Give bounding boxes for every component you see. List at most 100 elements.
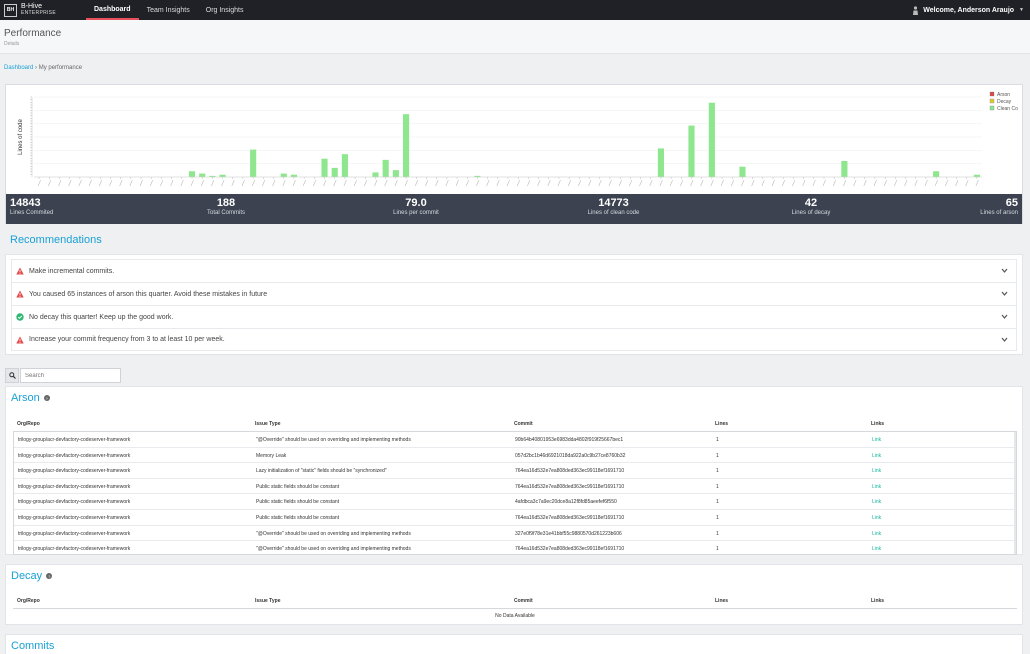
tab-dashboard[interactable]: Dashboard bbox=[86, 0, 139, 20]
row-link[interactable]: Link bbox=[872, 515, 881, 521]
x-tick-label bbox=[139, 179, 143, 187]
cell-issue: "@Override" should be used on overriding… bbox=[256, 546, 411, 553]
table-row: trilogy-group/acr-devfactory-codeserver-… bbox=[14, 510, 1016, 526]
x-tick-label bbox=[700, 179, 704, 187]
stat-value: 188 bbox=[216, 197, 236, 209]
x-tick-label bbox=[516, 179, 520, 187]
x-tick-label bbox=[231, 179, 235, 187]
search-icon bbox=[8, 372, 16, 379]
x-tick-label bbox=[37, 179, 41, 187]
brand-logo[interactable]: BH B-Hive ENTERPRISE bbox=[4, 3, 82, 17]
arson-table-header: Org/Repo Issue Type Commit Lines Links bbox=[13, 418, 1017, 432]
table-row: trilogy-group/acr-devfactory-codeserver-… bbox=[14, 479, 1016, 495]
chart-bar bbox=[973, 174, 980, 177]
breadcrumb-separator: › bbox=[35, 65, 38, 71]
x-tick-label bbox=[180, 179, 184, 187]
x-tick-label bbox=[302, 179, 306, 187]
performance-chart-card: Lines of code ArsonDecayClean Code 14843 … bbox=[5, 84, 1024, 224]
cell-repo: trilogy-group/acr-devfactory-codeserver-… bbox=[18, 483, 131, 490]
help-icon[interactable]: ? bbox=[43, 395, 50, 401]
chevron-down-icon[interactable] bbox=[1001, 313, 1008, 320]
legend-label: Clean Code bbox=[997, 106, 1018, 112]
commit-chart: Lines of code ArsonDecayClean Code bbox=[12, 89, 1024, 193]
chart-bar bbox=[933, 171, 940, 177]
x-tick-label bbox=[211, 179, 215, 187]
x-tick-label bbox=[129, 179, 133, 187]
x-tick-label bbox=[262, 179, 266, 187]
x-tick-label bbox=[975, 179, 979, 187]
row-link[interactable]: Link bbox=[872, 499, 881, 505]
row-link[interactable]: Link bbox=[872, 484, 881, 490]
x-tick-label bbox=[506, 179, 510, 187]
column-header[interactable]: Issue Type bbox=[255, 421, 280, 427]
column-header[interactable]: Lines bbox=[715, 598, 728, 604]
cell-commit: 764ea16d532e7ea808ded363ec99118ef1691710 bbox=[515, 514, 625, 521]
recommendation-text: Make incremental commits. bbox=[29, 267, 115, 275]
column-header[interactable]: Issue Type bbox=[255, 598, 280, 604]
table-scrollbar[interactable] bbox=[1014, 432, 1016, 554]
x-tick-label bbox=[282, 179, 286, 187]
chevron-down-icon[interactable] bbox=[1001, 336, 1008, 343]
row-link[interactable]: Link bbox=[872, 453, 881, 459]
x-tick-label bbox=[353, 179, 357, 187]
legend-label: Decay bbox=[997, 99, 1012, 105]
chart-bar bbox=[188, 171, 196, 177]
cell-issue: Public static fields should be constant bbox=[256, 514, 340, 521]
row-link[interactable]: Link bbox=[872, 468, 881, 474]
cell-commit: 327e0f9f78e31e41bbf55c9880570d261223b606 bbox=[515, 530, 622, 537]
tab-team-insights[interactable]: Team Insights bbox=[139, 0, 198, 20]
x-tick-label bbox=[486, 179, 490, 187]
cell-commit: 4afdbca3c7a9ec20dce8a12f8fd85aeefef6f550 bbox=[515, 499, 617, 506]
search-button[interactable] bbox=[5, 368, 19, 383]
search-input[interactable] bbox=[20, 368, 121, 383]
chart-bar bbox=[341, 154, 348, 177]
x-tick-label bbox=[200, 179, 204, 187]
cell-repo: trilogy-group/acr-devfactory-codeserver-… bbox=[18, 499, 131, 506]
x-tick-label bbox=[149, 179, 154, 187]
chevron-down-icon[interactable] bbox=[1001, 267, 1008, 274]
column-header[interactable]: Links bbox=[871, 598, 884, 604]
column-header[interactable]: Org/Repo bbox=[17, 421, 40, 427]
stat-total-commits: 188 Total Commits bbox=[196, 197, 256, 216]
user-menu[interactable]: Welcome, Anderson Araujo ▼ bbox=[912, 0, 1024, 20]
x-tick-label bbox=[272, 179, 276, 187]
x-tick-label bbox=[639, 179, 643, 187]
recommendation-item[interactable]: Make incremental commits. bbox=[11, 259, 1017, 282]
x-tick-label bbox=[945, 179, 949, 187]
stat-decay: 42 Lines of decay bbox=[781, 197, 841, 216]
row-link[interactable]: Link bbox=[872, 546, 881, 552]
row-link[interactable]: Link bbox=[872, 531, 881, 537]
recommendation-item[interactable]: No decay this quarter! Keep up the good … bbox=[11, 305, 1017, 328]
tab-org-insights[interactable]: Org Insights bbox=[198, 0, 252, 20]
page-title: Performance bbox=[4, 28, 62, 39]
x-tick-label bbox=[588, 179, 592, 187]
x-tick-label bbox=[690, 179, 694, 187]
breadcrumb: Dashboard › My performance bbox=[4, 65, 82, 71]
column-header[interactable]: Commit bbox=[514, 421, 533, 427]
help-icon[interactable]: ? bbox=[46, 573, 53, 579]
column-header[interactable]: Commit bbox=[514, 598, 533, 604]
column-header[interactable]: Org/Repo bbox=[17, 598, 40, 604]
cell-commit: 764ea16d532e7ea808ded363ec99118ef1691710 bbox=[515, 546, 625, 553]
x-tick-label bbox=[873, 179, 877, 187]
column-header[interactable]: Links bbox=[871, 421, 884, 427]
cell-lines: 1 bbox=[716, 437, 719, 443]
stat-value: 79.0 bbox=[405, 197, 427, 209]
column-header[interactable]: Lines bbox=[715, 421, 728, 427]
row-link[interactable]: Link bbox=[872, 437, 881, 443]
stat-value: 14773 bbox=[598, 197, 629, 209]
chevron-down-icon[interactable] bbox=[1001, 290, 1008, 297]
recommendations-title: Recommendations bbox=[10, 234, 102, 246]
chart-bar bbox=[331, 167, 338, 177]
cell-commit: 764ea16d532e7ea808ded363ec99118ef1691710 bbox=[515, 483, 625, 490]
cell-lines: 1 bbox=[716, 514, 719, 521]
chart-bar bbox=[199, 173, 206, 177]
cell-lines: 1 bbox=[716, 468, 719, 475]
arson-table-body[interactable]: trilogy-group/acr-devfactory-codeserver-… bbox=[13, 432, 1017, 555]
cell-lines: 1 bbox=[716, 499, 719, 506]
recommendation-item[interactable]: You caused 65 instances of arson this qu… bbox=[11, 282, 1017, 305]
recommendation-item[interactable]: Increase your commit frequency from 3 to… bbox=[11, 328, 1017, 351]
cell-repo: trilogy-group/acr-devfactory-codeserver-… bbox=[18, 514, 131, 521]
breadcrumb-dashboard[interactable]: Dashboard bbox=[4, 65, 33, 71]
chart-bar bbox=[657, 148, 664, 177]
